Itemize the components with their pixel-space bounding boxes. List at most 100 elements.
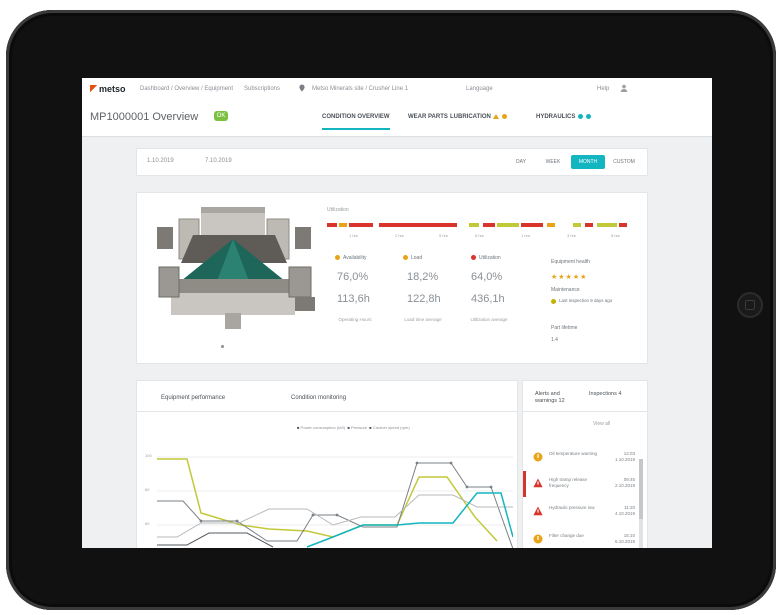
bar-tick-label: 8 hrs (475, 233, 484, 238)
alerts-scrollbar[interactable] (639, 459, 643, 548)
alerts-count: 12 (558, 398, 565, 404)
maintenance-label: Maintenance (551, 287, 580, 293)
bar-segment (585, 223, 593, 227)
bar-tick-label: 1 hrs (521, 233, 530, 238)
series-line (157, 532, 274, 548)
date-filter-bar: 1.10.2019 7.10.2019 DAY WEEK MONTH CUSTO… (136, 148, 648, 176)
bar-segment (521, 223, 543, 227)
legend-marker-icon: ■ (347, 425, 350, 430)
alert-row[interactable]: Hydraulic pressure low 11:20 4.10.2019 (523, 499, 643, 525)
bar-tick-label: 5 hrs (439, 233, 448, 238)
alert-row[interactable]: Oil temperature warning 12:03 1.10.2019 (523, 445, 643, 471)
bar-tick-label: 2 hrs (395, 233, 404, 238)
metric-load-label: Load (403, 255, 422, 261)
tab-wear-parts[interactable]: WEAR PARTS (408, 114, 448, 120)
scrollbar-thumb[interactable] (639, 459, 643, 519)
status-dot-icon (501, 114, 507, 119)
status-dot-icon (403, 255, 408, 261)
metric-load-percent: 18,2% (407, 271, 439, 283)
alert-text: Hydraulic pressure low (549, 505, 595, 510)
metso-logo[interactable]: metso (90, 84, 126, 95)
date-to-input[interactable]: 7.10.2019 (205, 158, 232, 164)
series-line (157, 458, 498, 542)
metric-utilization-percent: 64,0% (471, 271, 503, 283)
alert-text: Oil temperature warning (549, 451, 598, 456)
page-header: MP1000001 Overview OK CONDITION OVERVIEW… (82, 102, 712, 137)
health-rating-stars: ★★★★★ (551, 274, 588, 281)
tab-condition-monitoring[interactable]: Condition monitoring (291, 395, 346, 401)
series-line (157, 462, 513, 548)
tab-alerts[interactable]: Alerts and warnings 12 (535, 391, 575, 405)
status-badge: OK (214, 111, 228, 121)
language-selector[interactable]: Language (466, 86, 493, 92)
view-all-link[interactable]: View all (593, 421, 610, 427)
bar-segment (469, 223, 479, 227)
y-axis-label: 60 (145, 521, 150, 526)
status-dot-icon (471, 255, 476, 261)
home-button[interactable] (737, 292, 763, 318)
bar-tick-label: 5 hrs (611, 233, 620, 238)
range-week-button[interactable]: WEEK (539, 155, 567, 169)
bar-segment (573, 223, 581, 227)
range-day-button[interactable]: DAY (507, 155, 535, 169)
y-axis-label: 80 (145, 487, 150, 492)
status-dot-icon (335, 255, 340, 261)
tab-equipment-performance[interactable]: Equipment performance (161, 395, 225, 401)
carousel-dot[interactable] (221, 345, 224, 348)
top-bar: metso Dashboard / Overview / Equipment S… (82, 78, 712, 103)
tab-lubrication[interactable]: LUBRICATION (450, 114, 507, 120)
y-axis-label: 100 (145, 453, 152, 458)
status-dot-icon (578, 114, 584, 119)
alert-time: 15:10 6.10.2019 (614, 533, 635, 544)
alert-time: 09:45 2.10.2019 (614, 477, 635, 488)
utilization-legend-label: Utilization (327, 207, 349, 213)
range-custom-button[interactable]: CUSTOM (609, 155, 639, 169)
tab-hydraulics[interactable]: HYDRAULICS (536, 114, 592, 121)
alert-row[interactable]: Filter change due 15:10 6.10.2019 (523, 527, 643, 548)
range-month-button[interactable]: MONTH (571, 155, 605, 169)
divider (137, 411, 517, 412)
metric-utilization-label: Utilization (471, 255, 501, 261)
site-selector[interactable]: Metso Minerals site / Crusher Line 1 (312, 86, 408, 92)
legend-marker-icon: ■ (369, 425, 372, 430)
series-markers (199, 461, 493, 523)
maintenance-text: Last inspection 9 days ago (559, 298, 613, 303)
part-lifetime-value: 1.4 (551, 337, 558, 343)
app-screen: metso Dashboard / Overview / Equipment S… (82, 78, 712, 548)
alerts-card: Alerts and warnings 12 Inspections 4 Vie… (522, 380, 648, 548)
health-label: Equipment health (551, 259, 590, 265)
metric-availability-label: Availability (335, 255, 367, 261)
user-icon[interactable] (620, 84, 628, 92)
bar-tick-label: 1 hrs (349, 233, 358, 238)
warning-circle-icon (533, 534, 543, 544)
warning-triangle-icon (533, 506, 543, 516)
bar-segment (547, 223, 555, 227)
bar-segment (327, 223, 337, 227)
date-from-input[interactable]: 1.10.2019 (147, 158, 174, 164)
alert-text: Filter change due (549, 533, 584, 538)
bar-segment (597, 223, 617, 227)
logo-mark-icon (90, 84, 98, 95)
inspections-count: 4 (618, 391, 622, 397)
status-dot-icon (586, 114, 592, 119)
alert-row[interactable]: High tramp release frequency 09:45 2.10.… (523, 471, 643, 497)
metric-load-hours: 122,8h (407, 293, 441, 305)
divider (523, 411, 647, 412)
page-title: MP1000001 Overview (90, 111, 199, 123)
bar-segment (483, 223, 495, 227)
warning-icon (492, 114, 499, 119)
bar-segment (619, 223, 627, 227)
tab-hydraulics-label: HYDRAULICS (536, 114, 576, 121)
bar-segment (379, 223, 457, 227)
metric-utilization-caption: Utilization average (470, 317, 508, 322)
cone-crusher-image (157, 207, 315, 329)
help-link[interactable]: Help (597, 86, 609, 92)
part-lifetime-label: Part lifetime (551, 325, 578, 331)
bar-segment (497, 223, 519, 227)
line-chart (157, 456, 513, 548)
location-pin-icon (299, 84, 305, 92)
tab-inspections[interactable]: Inspections 4 (589, 391, 621, 398)
tab-condition-overview[interactable]: CONDITION OVERVIEW (322, 114, 390, 130)
subscriptions-link[interactable]: Subscriptions (244, 86, 280, 92)
breadcrumb[interactable]: Dashboard / Overview / Equipment (140, 86, 233, 92)
